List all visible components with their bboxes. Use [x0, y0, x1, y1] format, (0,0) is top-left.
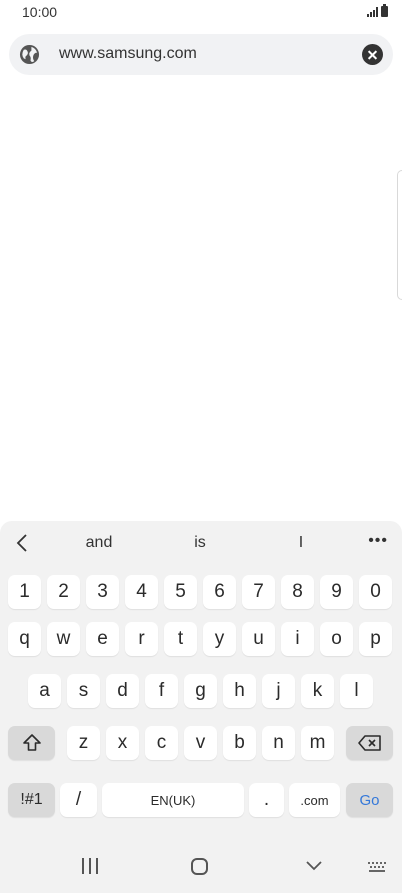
key-2[interactable]: 2 — [47, 575, 80, 609]
suggestion-bar: and is I ••• — [0, 521, 402, 565]
key-w[interactable]: w — [47, 622, 80, 656]
key-b[interactable]: b — [223, 726, 256, 760]
key-q[interactable]: q — [8, 622, 41, 656]
key-a[interactable]: a — [28, 674, 61, 708]
key-7[interactable]: 7 — [242, 575, 275, 609]
key-j[interactable]: j — [262, 674, 295, 708]
key-y[interactable]: y — [203, 622, 236, 656]
symbols-key[interactable]: !#1 — [8, 783, 55, 817]
key-n[interactable]: n — [262, 726, 295, 760]
key-e[interactable]: e — [86, 622, 119, 656]
key-g[interactable]: g — [184, 674, 217, 708]
key-0[interactable]: 0 — [359, 575, 392, 609]
key-v[interactable]: v — [184, 726, 217, 760]
chevron-left-icon[interactable] — [14, 533, 32, 553]
url-input[interactable]: www.samsung.com — [59, 45, 197, 63]
key-k[interactable]: k — [301, 674, 334, 708]
key-u[interactable]: u — [242, 622, 275, 656]
globe-icon — [19, 44, 40, 65]
keyboard: and is I ••• 1 2 3 4 5 6 7 8 9 0 q w e r… — [0, 521, 402, 893]
backspace-key[interactable] — [346, 726, 393, 760]
shift-key[interactable] — [8, 726, 55, 760]
home-icon[interactable] — [191, 858, 208, 875]
status-icons — [367, 4, 388, 17]
key-l[interactable]: l — [340, 674, 373, 708]
suggestion-3[interactable]: I — [299, 534, 303, 552]
shift-icon — [22, 734, 41, 751]
key-d[interactable]: d — [106, 674, 139, 708]
clear-icon[interactable] — [362, 44, 383, 65]
key-f[interactable]: f — [145, 674, 178, 708]
key-m[interactable]: m — [301, 726, 334, 760]
key-i[interactable]: i — [281, 622, 314, 656]
dotcom-key[interactable]: .com — [289, 783, 340, 817]
key-o[interactable]: o — [320, 622, 353, 656]
key-p[interactable]: p — [359, 622, 392, 656]
go-key[interactable]: Go — [346, 783, 393, 817]
suggestion-1[interactable]: and — [86, 534, 113, 552]
signal-icon — [367, 7, 378, 17]
key-6[interactable]: 6 — [203, 575, 236, 609]
battery-icon — [381, 4, 388, 17]
key-8[interactable]: 8 — [281, 575, 314, 609]
key-9[interactable]: 9 — [320, 575, 353, 609]
key-5[interactable]: 5 — [164, 575, 197, 609]
backspace-icon — [357, 735, 381, 751]
key-4[interactable]: 4 — [125, 575, 158, 609]
keyboard-icon[interactable] — [366, 861, 388, 874]
suggestion-2[interactable]: is — [194, 534, 206, 552]
edge-panel-handle[interactable] — [397, 170, 402, 300]
recent-apps-icon[interactable] — [82, 858, 98, 874]
key-c[interactable]: c — [145, 726, 178, 760]
key-t[interactable]: t — [164, 622, 197, 656]
key-1[interactable]: 1 — [8, 575, 41, 609]
key-z[interactable]: z — [67, 726, 100, 760]
key-h[interactable]: h — [223, 674, 256, 708]
more-options-icon[interactable]: ••• — [368, 532, 388, 550]
period-key[interactable]: . — [249, 783, 284, 817]
navigation-bar — [0, 844, 402, 893]
space-key[interactable]: EN(UK) — [102, 783, 244, 817]
key-r[interactable]: r — [125, 622, 158, 656]
status-bar: 10:00 — [0, 0, 402, 26]
key-s[interactable]: s — [67, 674, 100, 708]
chevron-down-icon[interactable] — [305, 858, 323, 872]
key-3[interactable]: 3 — [86, 575, 119, 609]
status-time: 10:00 — [22, 4, 58, 20]
url-bar[interactable]: www.samsung.com — [9, 34, 393, 75]
key-x[interactable]: x — [106, 726, 139, 760]
slash-key[interactable]: / — [60, 783, 97, 817]
